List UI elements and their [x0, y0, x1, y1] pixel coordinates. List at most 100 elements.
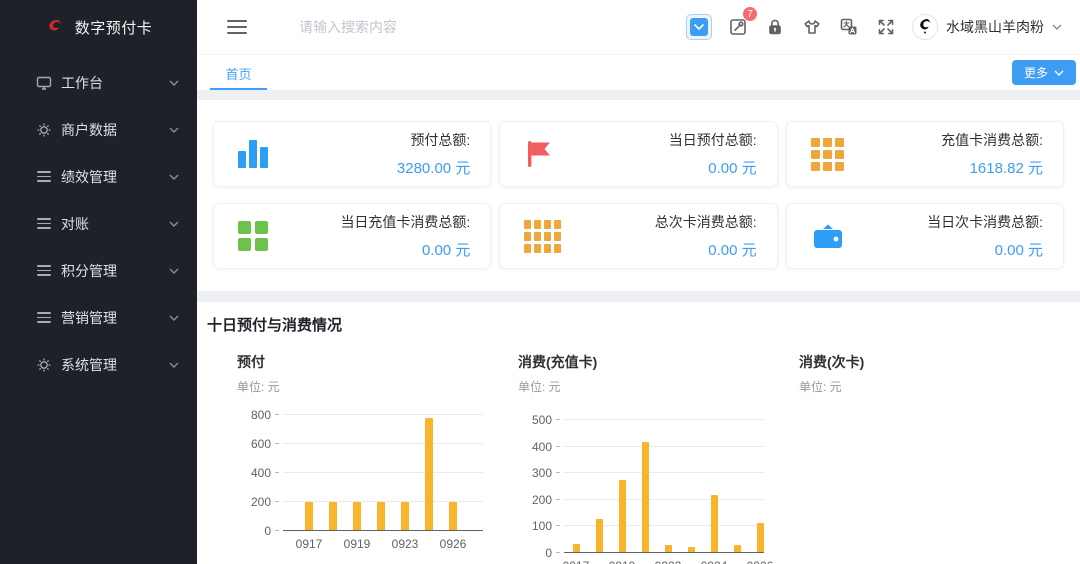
- chart-subtitle: 单位: 元: [237, 378, 518, 395]
- y-tick-mark: [275, 443, 279, 444]
- card-label: 总次卡消费总额:: [655, 212, 757, 232]
- charts-row: 预付单位: 元02004006008000917091909230926消费(充…: [237, 352, 1080, 564]
- card-label: 充值卡消费总额:: [941, 130, 1043, 150]
- y-tick-mark: [556, 525, 560, 526]
- x-tick-label: 0926: [435, 537, 471, 551]
- sidebar-item-points[interactable]: 积分管理: [0, 247, 197, 294]
- user-menu[interactable]: 水域黑山羊肉粉: [912, 14, 1062, 40]
- card-today-prepaid: 当日预付总额: 0.00 元: [499, 121, 777, 187]
- card-prepaid-total: 预付总额: 3280.00 元: [213, 121, 491, 187]
- more-button[interactable]: 更多: [1012, 60, 1076, 85]
- main-content: 预付总额: 3280.00 元 当日预付总额: 0.00 元 充值卡消费总额: [197, 91, 1080, 564]
- y-tick-label: 200: [518, 493, 552, 507]
- fullscreen-icon[interactable]: [875, 16, 897, 38]
- y-tick-mark: [275, 530, 279, 531]
- card-today-times-card: 当日次卡消费总额: 0.00 元: [786, 203, 1064, 269]
- chevron-down-icon: [169, 362, 179, 368]
- card-today-recharge-consumption: 当日充值卡消费总额: 0.00 元: [213, 203, 491, 269]
- lock-icon[interactable]: [764, 16, 786, 38]
- bar: [449, 502, 457, 530]
- search-input[interactable]: [299, 19, 529, 35]
- card-label: 当日次卡消费总额:: [927, 212, 1043, 232]
- bar: [665, 545, 672, 552]
- chart-1: 消费(充值卡)单位: 元0100200300400500091709190922…: [518, 352, 799, 564]
- chart-plot: 02004006008000917091909230926: [237, 414, 518, 554]
- list-icon: [36, 263, 52, 279]
- bar: [425, 418, 433, 530]
- x-tick-label: 0919: [604, 559, 640, 564]
- bar: [619, 480, 626, 552]
- tab-home[interactable]: 首页: [210, 55, 267, 91]
- y-tick-label: 100: [518, 519, 552, 533]
- sidebar-item-workbench[interactable]: 工作台: [0, 59, 197, 106]
- card-label: 预付总额:: [410, 130, 470, 150]
- sidebar-item-reconciliation[interactable]: 对账: [0, 200, 197, 247]
- card-row-2: 当日充值卡消费总额: 0.00 元 总次卡消费总额: 0.00 元 当日次卡: [213, 203, 1064, 269]
- y-tick-mark: [556, 419, 560, 420]
- bar: [711, 495, 718, 552]
- bar: [596, 519, 603, 552]
- card-unit: 元: [742, 160, 757, 177]
- wallet-icon: [811, 221, 851, 251]
- bar: [353, 502, 361, 530]
- charts-panel: 十日预付与消费情况 预付单位: 元02004006008000917091909…: [197, 302, 1080, 564]
- y-tick-mark: [556, 499, 560, 500]
- sidebar-item-merchant-data[interactable]: 商户数据: [0, 106, 197, 153]
- app-title: 数字预付卡: [75, 17, 153, 38]
- chevron-down-icon: [169, 315, 179, 321]
- more-button-label: 更多: [1024, 64, 1048, 81]
- x-tick-label: 0924: [696, 559, 732, 564]
- bar: [305, 502, 313, 530]
- y-tick-mark: [556, 552, 560, 553]
- bar: [377, 502, 385, 530]
- bar: [642, 442, 649, 552]
- y-tick-mark: [556, 472, 560, 473]
- bar: [757, 523, 764, 552]
- bar: [329, 502, 337, 530]
- flag-icon: [524, 138, 564, 170]
- hamburger-menu-icon[interactable]: [227, 20, 247, 34]
- card-recharge-consumption-total: 充值卡消费总额: 1618.82 元: [786, 121, 1064, 187]
- theme-icon[interactable]: [801, 16, 823, 38]
- card-value: 1618.82: [970, 160, 1024, 177]
- gear-icon: [36, 122, 52, 138]
- notification-badge: 7: [742, 6, 758, 22]
- logo-swirl-icon: [45, 17, 67, 39]
- bar: [734, 545, 741, 552]
- tools-icon[interactable]: 7: [727, 16, 749, 38]
- list-icon: [36, 169, 52, 185]
- stat-cards-panel: 预付总额: 3280.00 元 当日预付总额: 0.00 元 充值卡消费总额: [197, 100, 1080, 291]
- chart-subtitle: 单位: 元: [799, 378, 1080, 395]
- y-tick-label: 0: [237, 524, 271, 538]
- sidebar-menu: 工作台 商户数据 绩效管理 对账 积分管理 营销管理: [0, 55, 197, 388]
- x-axis-line: [564, 552, 764, 553]
- chevron-down-icon: [1052, 24, 1062, 30]
- x-axis-line: [283, 530, 483, 531]
- y-tick-label: 600: [237, 437, 271, 451]
- grid-line: [564, 419, 764, 420]
- grid-line: [564, 499, 764, 500]
- sidebar-item-system[interactable]: 系统管理: [0, 341, 197, 388]
- card-unit: 元: [1028, 242, 1043, 259]
- app-select-icon[interactable]: [686, 14, 712, 40]
- card-times-card-total: 总次卡消费总额: 0.00 元: [499, 203, 777, 269]
- y-tick-label: 500: [518, 413, 552, 427]
- list-icon: [36, 216, 52, 232]
- y-tick-mark: [556, 446, 560, 447]
- avatar: [912, 14, 938, 40]
- sidebar-item-performance[interactable]: 绩效管理: [0, 153, 197, 200]
- sidebar-item-marketing[interactable]: 营销管理: [0, 294, 197, 341]
- y-tick-label: 400: [237, 466, 271, 480]
- card-row-1: 预付总额: 3280.00 元 当日预付总额: 0.00 元 充值卡消费总额: [213, 121, 1064, 187]
- chart-title: 预付: [237, 352, 518, 372]
- grid-line: [283, 443, 483, 444]
- workbench-icon: [36, 75, 52, 91]
- y-tick-label: 0: [518, 546, 552, 560]
- translate-icon[interactable]: [838, 16, 860, 38]
- sidebar-item-label: 工作台: [61, 73, 169, 93]
- y-tick-label: 800: [237, 408, 271, 422]
- y-tick-label: 200: [237, 495, 271, 509]
- sidebar-item-label: 营销管理: [61, 308, 169, 328]
- bar-chart-icon: [238, 140, 278, 168]
- y-tick-label: 300: [518, 466, 552, 480]
